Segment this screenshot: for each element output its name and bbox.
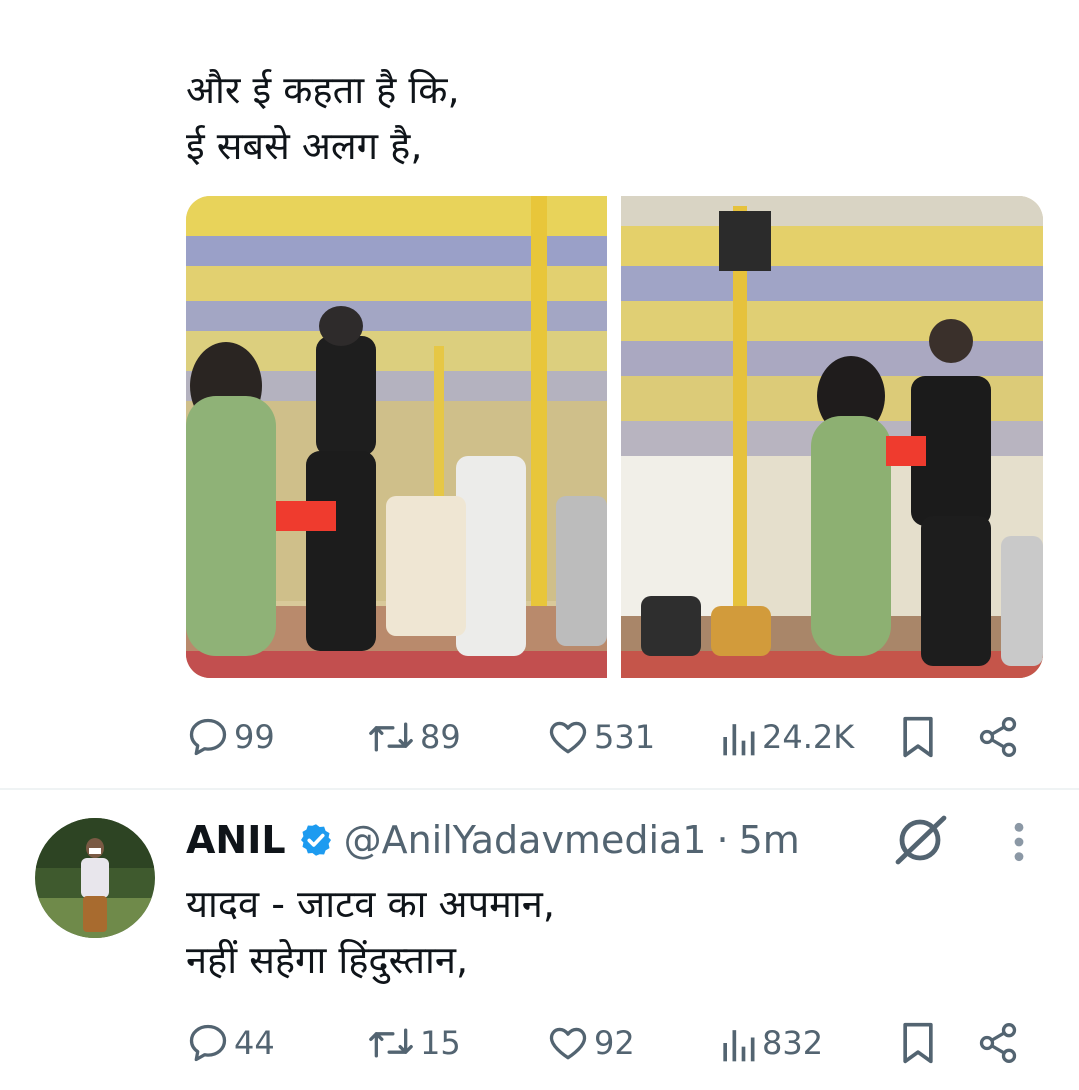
bookmark-icon — [903, 716, 933, 758]
reply-icon — [189, 1024, 227, 1062]
like-button[interactable]: 92 — [546, 1020, 635, 1066]
share-icon — [979, 717, 1017, 757]
like-count: 531 — [594, 718, 656, 756]
share-icon — [979, 1023, 1017, 1063]
like-count: 92 — [594, 1024, 635, 1062]
tweet-media[interactable] — [186, 196, 1043, 678]
avatar[interactable] — [35, 818, 155, 938]
views-count: 832 — [762, 1024, 824, 1062]
heart-icon — [549, 721, 587, 754]
repost-icon — [369, 722, 413, 752]
reply-author-name[interactable]: ANIL — [186, 818, 286, 862]
views-count: 24.2K — [762, 718, 855, 756]
verified-badge-icon — [298, 822, 334, 858]
repost-icon — [369, 1028, 413, 1058]
repost-button[interactable]: 89 — [366, 714, 461, 760]
media-photo-2[interactable] — [621, 196, 1043, 678]
views-chart-icon — [723, 1030, 755, 1062]
views-chart-icon — [723, 724, 755, 756]
bookmark-icon — [903, 1022, 933, 1064]
share-button[interactable] — [976, 1020, 1020, 1066]
repost-button[interactable]: 15 — [366, 1020, 461, 1066]
repost-count: 89 — [420, 718, 461, 756]
reply-button[interactable]: 99 — [186, 714, 275, 760]
repost-count: 15 — [420, 1024, 461, 1062]
like-button[interactable]: 531 — [546, 714, 655, 760]
reply-text: यादव - जाटव का अपमान, नहीं सहेगा हिंदुस्… — [186, 882, 555, 982]
reply-actions: 44 15 92 832 — [186, 1020, 1026, 1066]
bookmark-button[interactable] — [898, 1020, 938, 1066]
tweet-text: और ई कहता है कि, ई सबसे अलग है, — [186, 68, 460, 168]
reply-icon — [189, 718, 227, 756]
media-photo-1[interactable] — [186, 196, 607, 678]
grok-icon[interactable] — [892, 814, 948, 870]
reply-count: 99 — [234, 718, 275, 756]
separator-dot: · — [716, 818, 729, 862]
share-button[interactable] — [976, 714, 1020, 760]
tweet-actions: 99 89 531 24.2K — [186, 714, 1026, 760]
reply-header: ANIL @AnilYadavmedia1 · 5m — [186, 812, 800, 868]
reply-author-handle[interactable]: @AnilYadavmedia1 — [344, 818, 707, 862]
reply-button[interactable]: 44 — [186, 1020, 275, 1066]
divider — [0, 788, 1079, 790]
views-button[interactable]: 832 — [718, 1020, 823, 1066]
views-button[interactable]: 24.2K — [718, 714, 854, 760]
more-options-icon[interactable] — [1004, 820, 1034, 868]
reply-timestamp[interactable]: 5m — [739, 818, 800, 862]
reply-count: 44 — [234, 1024, 275, 1062]
heart-icon — [549, 1027, 587, 1060]
bookmark-button[interactable] — [898, 714, 938, 760]
